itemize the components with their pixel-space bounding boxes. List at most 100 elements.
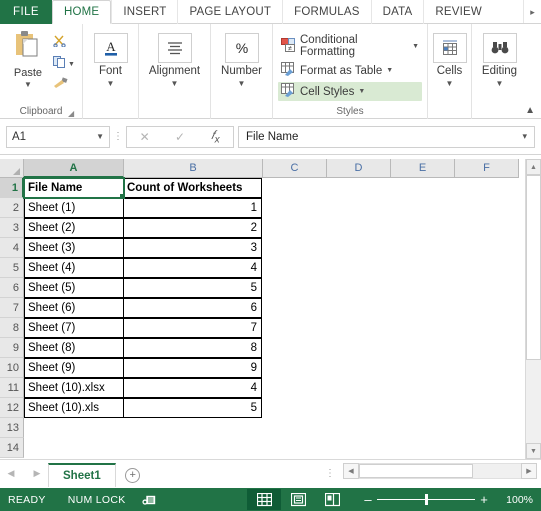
cell-B11[interactable]: 4: [123, 378, 262, 398]
horizontal-scroll-track[interactable]: [359, 463, 521, 479]
zoom-slider-thumb[interactable]: [425, 494, 428, 505]
name-box[interactable]: A1 ▼: [6, 125, 110, 148]
vertical-scrollbar[interactable]: ▲ ▼: [525, 159, 541, 459]
cell-A8[interactable]: Sheet (7): [24, 318, 124, 338]
tab-data[interactable]: DATA: [370, 0, 424, 24]
cell-B14[interactable]: [124, 438, 263, 458]
cell-B12[interactable]: 5: [123, 398, 262, 418]
nav-prev-sheet-icon[interactable]: ◀: [4, 468, 18, 479]
format-as-table-button[interactable]: Format as Table ▼: [278, 61, 422, 80]
confirm-formula-icon[interactable]: ✓: [165, 130, 195, 144]
page-layout-view-button[interactable]: [281, 489, 315, 510]
editing-dropdown-icon[interactable]: ▼: [496, 80, 504, 88]
column-header-f[interactable]: F: [455, 159, 519, 178]
cell-A13[interactable]: [24, 418, 124, 438]
row-header-12[interactable]: 12: [0, 398, 24, 418]
row-header-8[interactable]: 8: [0, 318, 24, 338]
editing-button[interactable]: Editing ▼: [477, 30, 522, 88]
select-all-corner[interactable]: [0, 159, 24, 178]
conditional-formatting-dropdown-icon[interactable]: ▼: [412, 43, 419, 50]
formula-input[interactable]: File Name ▾: [238, 125, 535, 148]
row-header-3[interactable]: 3: [0, 218, 24, 238]
cell-styles-dropdown-icon[interactable]: ▼: [358, 88, 365, 95]
cell-B9[interactable]: 8: [123, 338, 262, 358]
scroll-up-icon[interactable]: ▲: [526, 159, 541, 175]
normal-view-button[interactable]: [247, 489, 281, 510]
column-header-e[interactable]: E: [391, 159, 455, 178]
row-header-4[interactable]: 4: [0, 238, 24, 258]
format-painter-button[interactable]: [53, 76, 75, 94]
scroll-down-icon[interactable]: ▼: [526, 443, 541, 459]
tab-home[interactable]: HOME: [52, 0, 112, 24]
scroll-left-icon[interactable]: ◀: [343, 463, 359, 479]
row-header-9[interactable]: 9: [0, 338, 24, 358]
column-header-c[interactable]: C: [263, 159, 327, 178]
copy-dropdown-icon[interactable]: ▼: [68, 61, 75, 68]
cell-styles-button[interactable]: Cell Styles ▼: [278, 82, 422, 101]
tab-page-layout[interactable]: PAGE LAYOUT: [177, 0, 282, 24]
row-header-2[interactable]: 2: [0, 198, 24, 218]
cell-A5[interactable]: Sheet (4): [24, 258, 124, 278]
paste-button[interactable]: Paste ▼: [5, 30, 51, 89]
cell-B13[interactable]: [124, 418, 263, 438]
cell-A7[interactable]: Sheet (6): [24, 298, 124, 318]
zoom-level-label[interactable]: 100%: [493, 494, 533, 506]
horizontal-scroll-thumb[interactable]: [359, 464, 473, 478]
vertical-scroll-thumb[interactable]: [526, 175, 541, 360]
column-header-d[interactable]: D: [327, 159, 391, 178]
name-box-dropdown-icon[interactable]: ▼: [96, 132, 104, 141]
row-header-1[interactable]: 1: [0, 178, 24, 198]
format-as-table-dropdown-icon[interactable]: ▼: [386, 67, 393, 74]
cancel-formula-icon[interactable]: ✕: [130, 130, 160, 144]
horizontal-scrollbar[interactable]: ◀ ▶: [343, 463, 537, 479]
row-header-13[interactable]: 13: [0, 418, 24, 438]
font-dropdown-icon[interactable]: ▼: [107, 80, 115, 88]
expand-formula-bar-icon[interactable]: ▾: [522, 131, 527, 142]
cell-B10[interactable]: 9: [123, 358, 262, 378]
cell-A4[interactable]: Sheet (3): [24, 238, 124, 258]
cell-A2[interactable]: Sheet (1): [24, 198, 124, 218]
cell-A3[interactable]: Sheet (2): [24, 218, 124, 238]
cell-B4[interactable]: 3: [123, 238, 262, 258]
record-macro-icon[interactable]: [141, 493, 158, 507]
conditional-formatting-button[interactable]: ≠ Conditional Formatting ▼: [278, 33, 422, 59]
cells-button[interactable]: Cells ▼: [432, 30, 467, 88]
cell-B6[interactable]: 5: [123, 278, 262, 298]
number-dropdown-icon[interactable]: ▼: [238, 80, 246, 88]
cell-B7[interactable]: 6: [123, 298, 262, 318]
collapse-ribbon-icon[interactable]: ▲: [525, 105, 535, 116]
row-header-14[interactable]: 14: [0, 438, 24, 458]
cell-B1[interactable]: Count of Worksheets: [123, 178, 262, 198]
number-button[interactable]: % Number ▼: [216, 30, 267, 88]
row-header-11[interactable]: 11: [0, 378, 24, 398]
tab-split-handle[interactable]: ⋮: [317, 468, 343, 479]
vertical-scroll-track[interactable]: [526, 175, 541, 443]
row-header-10[interactable]: 10: [0, 358, 24, 378]
alignment-button[interactable]: Alignment ▼: [144, 30, 205, 88]
column-header-b[interactable]: B: [124, 159, 263, 178]
row-header-7[interactable]: 7: [0, 298, 24, 318]
insert-function-icon[interactable]: 𝑓x: [200, 128, 230, 145]
tab-formulas[interactable]: FORMULAS: [282, 0, 371, 24]
alignment-dropdown-icon[interactable]: ▼: [171, 80, 179, 88]
row-header-6[interactable]: 6: [0, 278, 24, 298]
column-header-a[interactable]: A: [24, 159, 124, 178]
cell-A1[interactable]: File Name: [23, 177, 125, 199]
cell-B3[interactable]: 2: [123, 218, 262, 238]
zoom-out-button[interactable]: –: [359, 492, 377, 507]
page-break-view-button[interactable]: [315, 489, 349, 510]
tab-review[interactable]: REVIEW: [423, 0, 493, 24]
font-button[interactable]: A Font ▼: [88, 30, 133, 88]
cell-B8[interactable]: 7: [123, 318, 262, 338]
sheet-tab-sheet1[interactable]: Sheet1: [48, 463, 116, 487]
cell-A12[interactable]: Sheet (10).xls: [24, 398, 124, 418]
clipboard-dialog-launcher-icon[interactable]: ◢: [68, 109, 77, 118]
paste-dropdown-icon[interactable]: ▼: [24, 81, 32, 89]
cell-B2[interactable]: 1: [123, 198, 262, 218]
cell-B5[interactable]: 4: [123, 258, 262, 278]
add-sheet-button[interactable]: +: [116, 463, 150, 487]
nav-next-sheet-icon[interactable]: ▶: [30, 468, 44, 479]
cell-A6[interactable]: Sheet (5): [24, 278, 124, 298]
zoom-in-button[interactable]: +: [475, 492, 493, 507]
row-header-5[interactable]: 5: [0, 258, 24, 278]
